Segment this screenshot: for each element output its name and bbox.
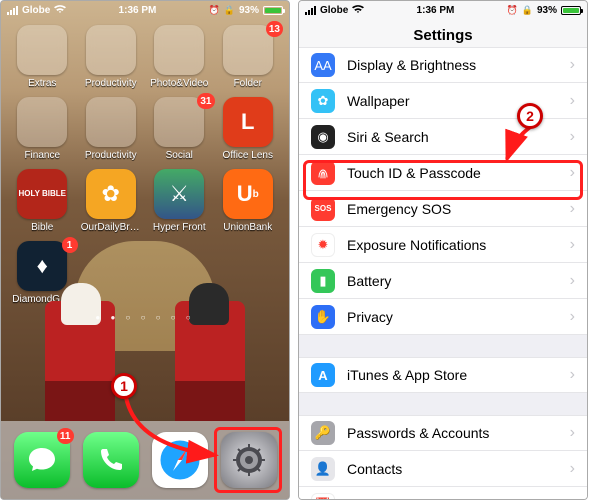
row-touchid[interactable]: Touch ID & Passcode›	[299, 155, 587, 191]
signal-icon	[305, 6, 316, 15]
appstore-icon: A	[311, 363, 335, 387]
row-contacts[interactable]: 👤Contacts›	[299, 451, 587, 487]
chevron-right-icon: ›	[570, 424, 575, 442]
app-bible[interactable]: HOLY BIBLEBible	[11, 169, 74, 233]
app-ourdailybread[interactable]: ✿OurDailyBread	[80, 169, 143, 233]
chevron-right-icon: ›	[570, 366, 575, 384]
chevron-right-icon: ›	[570, 460, 575, 478]
badge: 31	[197, 93, 214, 109]
calendar-icon: 📅	[311, 493, 335, 501]
dock-safari[interactable]	[152, 432, 208, 488]
chevron-right-icon: ›	[570, 164, 575, 182]
folder-misc[interactable]: 13Folder	[217, 25, 280, 89]
carrier-label: Globe	[22, 5, 50, 16]
step-marker-1: 1	[111, 373, 137, 399]
carrier-label: Globe	[320, 5, 348, 16]
display-icon: AA	[311, 53, 335, 77]
app-hyperfront[interactable]: ⚔Hyper Front	[148, 169, 211, 233]
folder-social[interactable]: 31Social	[148, 97, 211, 161]
folder-productivity-2[interactable]: Productivity	[80, 97, 143, 161]
dock-phone[interactable]	[83, 432, 139, 488]
battery-icon	[263, 6, 283, 15]
wallpaper-icon: ✿	[311, 89, 335, 113]
dock-settings[interactable]	[221, 432, 277, 488]
contacts-icon: 👤	[311, 457, 335, 481]
wifi-icon	[54, 5, 66, 17]
orientation-lock-icon: 🔒	[224, 5, 235, 16]
chevron-right-icon: ›	[570, 236, 575, 254]
battery-pct: 93%	[537, 5, 557, 16]
row-calendar[interactable]: 📅Calendar›	[299, 487, 587, 500]
touchid-icon	[311, 161, 335, 185]
battery-row-icon: ▮	[311, 269, 335, 293]
chevron-right-icon: ›	[570, 272, 575, 290]
home-screen: Globe 1:36 PM ⏰ 🔒 93% Extras Productivit…	[0, 0, 290, 500]
folder-productivity[interactable]: Productivity	[80, 25, 143, 89]
page-dots[interactable]: ● ● ○ ○ ○ ○ ○	[1, 311, 289, 324]
page-title: Settings	[413, 27, 472, 44]
row-passwords[interactable]: 🔑Passwords & Accounts›	[299, 415, 587, 451]
dock: 11	[1, 421, 289, 499]
badge: 11	[57, 428, 74, 444]
row-privacy[interactable]: ✋Privacy›	[299, 299, 587, 335]
separator	[299, 393, 587, 415]
wifi-icon	[352, 5, 364, 17]
separator	[299, 335, 587, 357]
battery-pct: 93%	[239, 5, 259, 16]
settings-list-2: AiTunes & App Store›	[299, 357, 587, 393]
row-battery[interactable]: ▮Battery›	[299, 263, 587, 299]
settings-screen: Globe 1:36 PM ⏰ 🔒 93% Settings AADisplay…	[298, 0, 588, 500]
alarm-icon: ⏰	[209, 5, 220, 16]
app-diamondgame[interactable]: ♦1DiamondGame	[11, 241, 74, 305]
badge: 13	[266, 21, 283, 37]
folder-extras[interactable]: Extras	[11, 25, 74, 89]
battery-icon	[561, 6, 581, 15]
privacy-icon: ✋	[311, 305, 335, 329]
step-marker-2: 2	[517, 103, 543, 129]
settings-list: AADisplay & Brightness› ✿Wallpaper› ◉Sir…	[299, 47, 587, 335]
row-display-brightness[interactable]: AADisplay & Brightness›	[299, 47, 587, 83]
status-bar: Globe 1:36 PM ⏰ 🔒 93%	[1, 1, 289, 19]
status-bar: Globe 1:36 PM ⏰ 🔒 93%	[299, 1, 587, 19]
siri-icon: ◉	[311, 125, 335, 149]
row-exposure[interactable]: ✹Exposure Notifications›	[299, 227, 587, 263]
clock: 1:36 PM	[417, 5, 455, 16]
row-wallpaper[interactable]: ✿Wallpaper›	[299, 83, 587, 119]
badge: 1	[62, 237, 78, 253]
chevron-right-icon: ›	[570, 92, 575, 110]
key-icon: 🔑	[311, 421, 335, 445]
chevron-right-icon: ›	[570, 496, 575, 501]
row-siri[interactable]: ◉Siri & Search›	[299, 119, 587, 155]
clock: 1:36 PM	[119, 5, 157, 16]
row-itunes[interactable]: AiTunes & App Store›	[299, 357, 587, 393]
chevron-right-icon: ›	[570, 56, 575, 74]
folder-photo-video[interactable]: Photo&Video	[148, 25, 211, 89]
chevron-right-icon: ›	[570, 200, 575, 218]
chevron-right-icon: ›	[570, 308, 575, 326]
app-unionbank[interactable]: UbUnionBank	[217, 169, 280, 233]
app-grid: Extras Productivity Photo&Video 13Folder…	[1, 19, 289, 311]
orientation-lock-icon: 🔒	[522, 5, 533, 16]
chevron-right-icon: ›	[570, 128, 575, 146]
sos-icon: SOS	[311, 197, 335, 221]
dock-messages[interactable]: 11	[14, 432, 70, 488]
folder-finance[interactable]: Finance	[11, 97, 74, 161]
app-office-lens[interactable]: LOffice Lens	[217, 97, 280, 161]
signal-icon	[7, 6, 18, 15]
row-emergency-sos[interactable]: SOSEmergency SOS›	[299, 191, 587, 227]
alarm-icon: ⏰	[507, 5, 518, 16]
exposure-icon: ✹	[311, 233, 335, 257]
settings-list-3: 🔑Passwords & Accounts› 👤Contacts› 📅Calen…	[299, 415, 587, 500]
